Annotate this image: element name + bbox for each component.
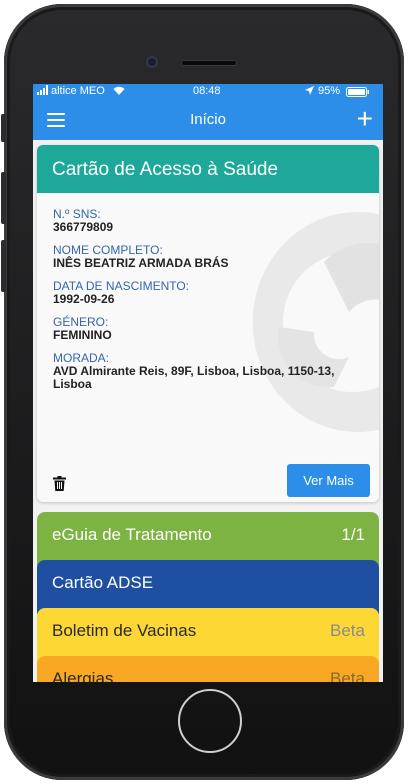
address-value: AVD Almirante Reis, 89F, Lisboa, Lisboa,… — [53, 364, 335, 391]
location-arrow-icon — [305, 86, 314, 98]
sns-number-value: 366779809 — [53, 220, 114, 234]
card-fields: N.º SNS: 366779809 NOME COMPLETO: INÊS B… — [53, 208, 369, 401]
top-nav-bar: Início + — [33, 100, 383, 140]
volume-down-button — [1, 240, 6, 292]
status-time: 08:48 — [193, 85, 221, 97]
beta-badge: Beta — [330, 669, 365, 682]
home-button[interactable] — [178, 689, 242, 753]
wifi-icon — [113, 86, 125, 99]
gender-value: FEMININO — [53, 328, 112, 342]
battery-percent: 95% — [318, 85, 341, 97]
card-alergias[interactable]: Alergias Beta — [37, 656, 379, 682]
trash-icon[interactable] — [53, 476, 66, 491]
earpiece-speaker — [181, 60, 237, 66]
page-title: Início — [190, 111, 226, 128]
front-camera — [146, 56, 158, 68]
card-title: Cartão de Acesso à Saúde — [37, 145, 379, 193]
mute-switch — [1, 114, 6, 142]
signal-icon — [37, 85, 51, 98]
full-name-value: INÊS BEATRIZ ARMADA BRÁS — [53, 256, 229, 270]
add-icon[interactable]: + — [357, 102, 373, 136]
beta-badge: Beta — [330, 621, 365, 640]
card-title: Boletim de Vacinas — [52, 621, 197, 640]
card-title: eGuia de Tratamento — [52, 525, 212, 544]
card-title: Alergias — [52, 669, 114, 682]
volume-up-button — [1, 172, 6, 224]
app-screen: altice MEO 08:48 95% Início + Cartão de … — [33, 84, 383, 682]
ver-mais-button[interactable]: Ver Mais — [287, 464, 370, 497]
status-bar: altice MEO 08:48 95% — [33, 84, 383, 100]
health-access-card[interactable]: Cartão de Acesso à Saúde N.º SNS: 366779… — [37, 145, 379, 502]
birth-date-value: 1992-09-26 — [53, 292, 115, 306]
battery-icon — [346, 87, 370, 100]
card-count: 1/1 — [341, 525, 365, 544]
card-title: Cartão ADSE — [52, 573, 154, 592]
carrier-name: altice MEO — [51, 85, 105, 97]
